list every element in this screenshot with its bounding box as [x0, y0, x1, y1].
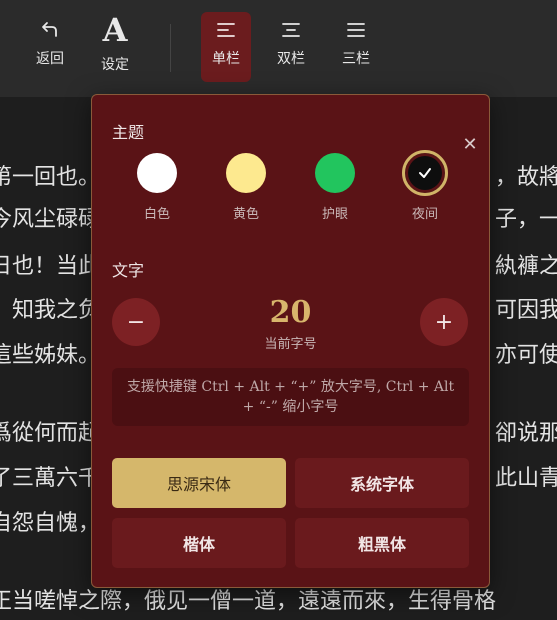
- toolbar-divider: [170, 24, 171, 72]
- theme-label: 夜间: [411, 207, 438, 222]
- reader-line: 第一回也。: [0, 165, 101, 190]
- menu-lines-icon: [346, 12, 366, 48]
- reader-line: ，故將: [494, 165, 557, 190]
- theme-label: 黄色: [232, 207, 259, 222]
- reader-line: 紈褲之: [494, 254, 557, 279]
- double-column-label: 双栏: [277, 51, 305, 67]
- single-column-button[interactable]: 单栏: [201, 12, 251, 82]
- theme-option-white[interactable]: 白色: [127, 153, 187, 222]
- theme-option-eyecare[interactable]: 护眼: [305, 153, 365, 222]
- settings-label: 设定: [101, 57, 129, 73]
- shortcut-hint: 支援快捷键 Ctrl + Alt + “+” 放大字号, Ctrl + Alt …: [112, 368, 469, 426]
- reader-line: 卻说那: [494, 421, 557, 446]
- theme-option-yellow[interactable]: 黄色: [216, 153, 276, 222]
- reader-line: 今风尘碌碌: [0, 207, 101, 232]
- hint-line: 支援快捷键 Ctrl + Alt + “+” 放大字号, Ctrl + Alt: [126, 379, 455, 395]
- close-icon[interactable]: ✕: [459, 133, 481, 155]
- hint-line: + “-” 缩小字号: [242, 399, 339, 415]
- triple-column-label: 三栏: [342, 51, 370, 67]
- reader-line: 可因我: [494, 298, 557, 323]
- back-arrow-icon: [39, 12, 61, 48]
- font-option-bold-hei[interactable]: 粗黑体: [295, 518, 469, 568]
- font-option-source-han-serif[interactable]: 思源宋体: [112, 458, 286, 508]
- triple-column-button[interactable]: 三栏: [328, 12, 384, 82]
- align-center-icon: [281, 12, 301, 48]
- settings-panel: ✕ 主题 白色 黄色 护眼 夜间 文字 − 20 当前字号 + 支援快捷键 Ct…: [91, 94, 490, 588]
- back-label: 返回: [36, 51, 64, 67]
- check-icon: [419, 168, 431, 178]
- reader-line: 了三萬六千: [0, 466, 101, 491]
- reader-line: 自怨自愧，: [0, 511, 101, 536]
- reader-line: 子，一: [494, 207, 557, 232]
- reader-line: 亦可使: [494, 343, 557, 368]
- theme-option-night[interactable]: 夜间: [395, 150, 455, 222]
- theme-label: 护眼: [321, 207, 348, 222]
- top-toolbar: 返回 A 设定 单栏 双栏 三栏: [0, 0, 557, 97]
- settings-button[interactable]: A 设定: [87, 12, 143, 82]
- text-section-title: 文字: [112, 261, 145, 280]
- increase-font-button[interactable]: +: [420, 298, 468, 346]
- reader-line: 這些姊妹。: [0, 343, 101, 368]
- theme-section-title: 主题: [112, 123, 145, 142]
- single-column-label: 单栏: [212, 51, 240, 67]
- font-option-system[interactable]: 系统字体: [295, 458, 469, 508]
- reader-line: 日也！当此: [0, 254, 101, 279]
- yellow-swatch[interactable]: [226, 153, 266, 193]
- double-column-button[interactable]: 双栏: [263, 12, 319, 82]
- reader-line: ，知我之负: [0, 298, 101, 323]
- theme-label: 白色: [143, 207, 170, 222]
- align-left-icon: [216, 12, 236, 48]
- font-option-kaiti[interactable]: 楷体: [112, 518, 286, 568]
- reader-line: 此山青: [494, 466, 557, 491]
- white-swatch[interactable]: [137, 153, 177, 193]
- reader-line: 爲從何而起: [0, 421, 101, 446]
- font-a-icon: A: [102, 11, 128, 49]
- night-swatch[interactable]: [402, 150, 448, 196]
- green-swatch[interactable]: [315, 153, 355, 193]
- back-button[interactable]: 返回: [22, 12, 78, 82]
